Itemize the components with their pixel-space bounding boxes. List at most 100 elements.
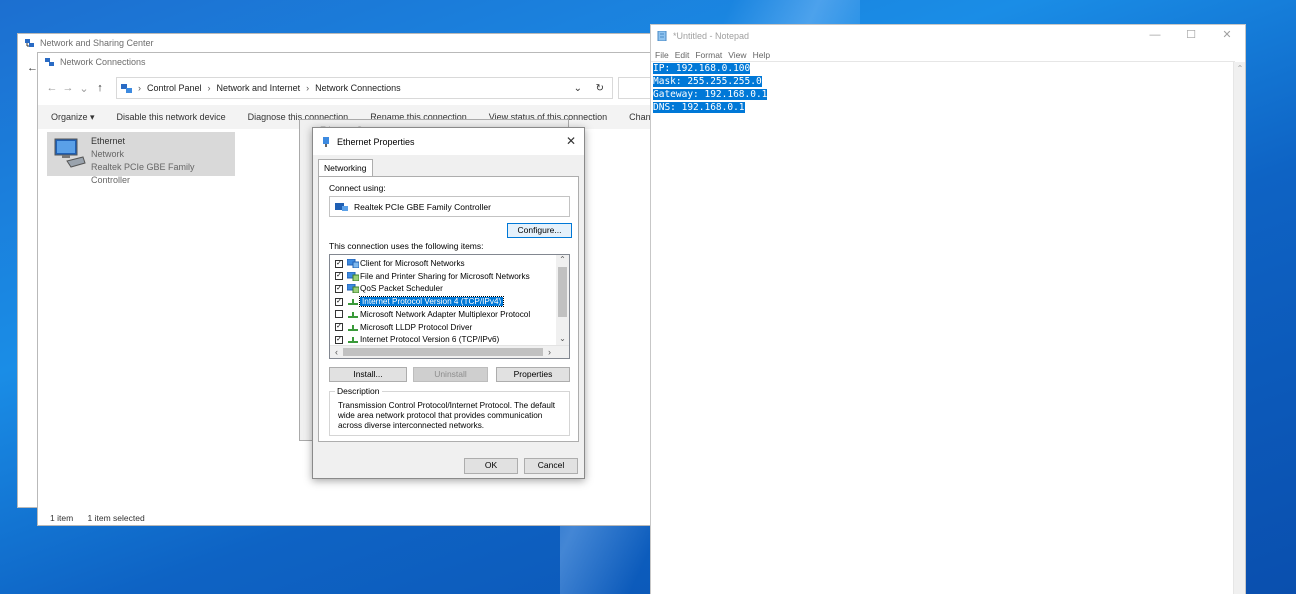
forward-icon[interactable]: → — [60, 82, 76, 94]
notepad-scrollbar[interactable]: ⌃ — [1233, 62, 1245, 594]
horizontal-scrollbar[interactable]: ‹ › — [330, 345, 569, 358]
menu-format[interactable]: Format — [695, 50, 722, 60]
network-adapter-icon — [335, 202, 348, 211]
breadcrumb-control-panel[interactable]: Control Panel — [147, 83, 202, 93]
breadcrumb-sep-icon: › — [306, 83, 310, 93]
component-row[interactable]: ✓ Microsoft LLDP Protocol Driver — [330, 321, 556, 334]
component-checkbox[interactable]: ✓ — [335, 272, 343, 281]
network-client-icon — [347, 259, 360, 268]
close-icon[interactable]: ✕ — [1209, 25, 1245, 47]
text-line: DNS: 192.168.0.1 — [651, 101, 1235, 114]
selected-text: Gateway: 192.168.0.1 — [653, 89, 768, 100]
breadcrumb-network-connections[interactable]: Network Connections — [315, 83, 401, 93]
configure-button[interactable]: Configure... — [507, 223, 572, 238]
ethernet-status: Network — [91, 149, 125, 159]
properties-button[interactable]: Properties — [496, 367, 570, 382]
vertical-scrollbar[interactable]: ⌃ ⌄ — [556, 255, 569, 346]
description-text: Transmission Control Protocol/Internet P… — [338, 401, 556, 430]
protocol-icon — [347, 310, 360, 319]
description-title: Description — [335, 386, 382, 396]
scroll-up-icon[interactable]: ⌃ — [1234, 64, 1246, 73]
component-label: Internet Protocol Version 6 (TCP/IPv6) — [360, 335, 500, 345]
scroll-up-icon[interactable]: ⌃ — [556, 255, 569, 267]
back-arrow-icon[interactable]: ← — [27, 62, 38, 74]
component-checkbox[interactable] — [335, 310, 343, 319]
item-count: 1 item — [50, 513, 74, 523]
organize-button[interactable]: Organize ▾ — [51, 112, 95, 123]
selected-text: DNS: 192.168.0.1 — [653, 102, 745, 113]
adapter-field: Realtek PCIe GBE Family Controller — [329, 196, 570, 217]
ethernet-name: Ethernet — [91, 136, 126, 146]
tab-networking[interactable]: Networking — [318, 159, 373, 177]
notepad-text-area[interactable]: IP: 192.168.0.100 Mask: 255.255.255.0 Ga… — [651, 61, 1235, 594]
selected-text: Mask: 255.255.255.0 — [653, 76, 762, 87]
selected-text: IP: 192.168.0.100 — [653, 63, 751, 74]
components-list[interactable]: ✓ Client for Microsoft Networks ✓ File and … — [329, 254, 570, 359]
menu-file[interactable]: File — [655, 50, 669, 60]
ethernet-details: Ethernet Network Realtek PCIe GBE Family… — [91, 135, 235, 187]
ethernet-properties-dialog[interactable]: Ethernet Properties ✕ Networking Connect… — [312, 127, 585, 479]
component-label: Microsoft LLDP Protocol Driver — [360, 322, 473, 332]
notepad-title: *Untitled - Notepad — [673, 31, 750, 41]
scroll-left-icon[interactable]: ‹ — [330, 346, 343, 358]
description-group: Description Transmission Control Protoco… — [329, 386, 570, 436]
selected-count: 1 item selected — [87, 513, 145, 523]
menu-help[interactable]: Help — [753, 50, 770, 60]
protocol-icon — [347, 297, 360, 306]
window-controls: — ☐ ✕ — [1137, 25, 1245, 47]
up-icon[interactable]: ↑ — [92, 82, 108, 94]
items-label: This connection uses the following items… — [329, 241, 484, 251]
notepad-menubar: File Edit Format View Help — [651, 47, 772, 62]
uninstall-button[interactable]: Uninstall — [413, 367, 488, 382]
install-button[interactable]: Install... — [329, 367, 407, 382]
cancel-button[interactable]: Cancel — [524, 458, 578, 474]
recent-dropdown-icon[interactable]: ⌄ — [76, 82, 92, 95]
component-row[interactable]: ✓ Internet Protocol Version 4 (TCP/IPv4) — [330, 295, 556, 308]
breadcrumb-sep-icon: › — [207, 83, 211, 93]
scroll-thumb[interactable] — [558, 267, 567, 317]
component-row[interactable]: ✓ Client for Microsoft Networks — [330, 257, 556, 270]
change-settings-button[interactable]: Chan — [629, 112, 651, 122]
disable-device-button[interactable]: Disable this network device — [117, 112, 226, 122]
notepad-window[interactable]: *Untitled - Notepad — ☐ ✕ File Edit Form… — [650, 24, 1246, 594]
network-icon — [25, 39, 34, 47]
close-icon[interactable]: ✕ — [566, 134, 576, 148]
scroll-right-icon[interactable]: › — [543, 346, 556, 358]
component-row[interactable]: ✓ File and Printer Sharing for Microsoft … — [330, 270, 556, 283]
back-icon[interactable]: ← — [44, 82, 60, 94]
component-label: File and Printer Sharing for Microsoft N… — [360, 271, 530, 281]
address-bar[interactable]: › Control Panel › Network and Internet ›… — [116, 77, 613, 99]
component-label: Microsoft Network Adapter Multiplexor Pr… — [360, 309, 531, 319]
ok-button[interactable]: OK — [464, 458, 518, 474]
minimize-icon[interactable]: — — [1137, 25, 1173, 47]
component-label: Client for Microsoft Networks — [360, 259, 465, 268]
nsc-titlebar: Network and Sharing Center — [18, 34, 656, 52]
connect-using-label: Connect using: — [329, 183, 386, 193]
breadcrumb-network-internet[interactable]: Network and Internet — [217, 83, 301, 93]
text-line: IP: 192.168.0.100 — [651, 62, 1235, 75]
component-checkbox[interactable]: ✓ — [335, 297, 343, 306]
menu-edit[interactable]: Edit — [675, 50, 690, 60]
hscroll-thumb[interactable] — [343, 348, 543, 356]
component-checkbox[interactable]: ✓ — [335, 259, 343, 268]
ethernet-connection-item[interactable]: Ethernet Network Realtek PCIe GBE Family… — [47, 132, 235, 185]
protocol-icon — [347, 323, 360, 332]
component-checkbox[interactable]: ✓ — [335, 335, 343, 344]
component-label: QoS Packet Scheduler — [360, 284, 443, 294]
text-line: Gateway: 192.168.0.1 — [651, 88, 1235, 101]
networking-tab-pane: Connect using: Realtek PCIe GBE Family C… — [318, 176, 579, 442]
component-row[interactable]: ✓ QoS Packet Scheduler — [330, 282, 556, 295]
network-service-icon — [347, 284, 360, 294]
ethernet-adapter-icon — [54, 138, 86, 168]
props-title: Ethernet Properties — [337, 136, 415, 147]
network-connections-icon — [45, 58, 54, 66]
component-row[interactable]: Microsoft Network Adapter Multiplexor Pr… — [330, 308, 556, 321]
refresh-icon[interactable]: ↻ — [596, 83, 604, 94]
protocol-icon — [347, 335, 360, 344]
chevron-down-icon[interactable]: ⌄ — [574, 83, 582, 94]
menu-view[interactable]: View — [728, 50, 746, 60]
properties-icon — [323, 136, 329, 147]
component-checkbox[interactable]: ✓ — [335, 284, 343, 293]
component-checkbox[interactable]: ✓ — [335, 323, 343, 331]
maximize-icon[interactable]: ☐ — [1173, 25, 1209, 47]
